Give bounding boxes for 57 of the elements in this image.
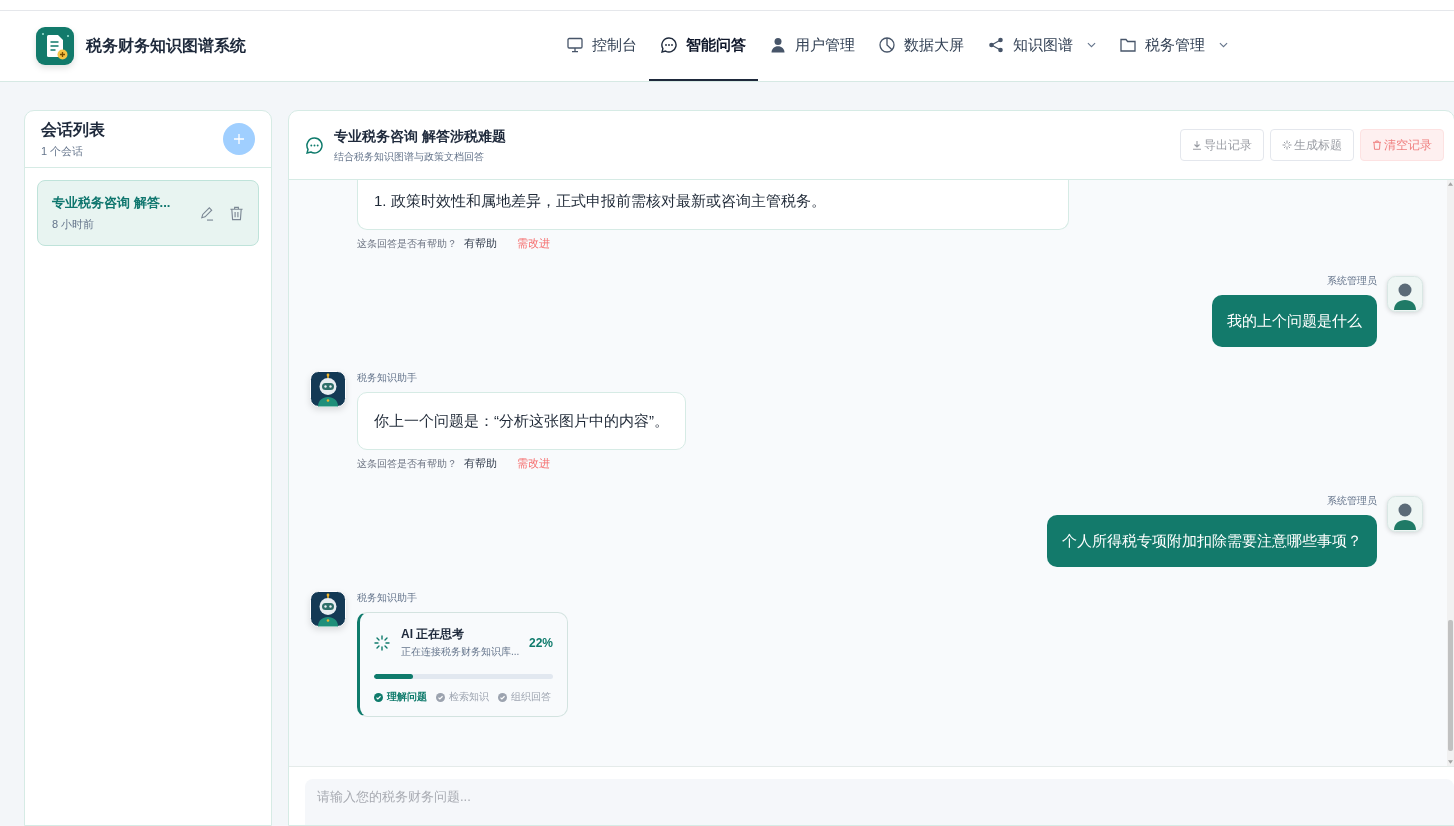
nav-tab[interactable]: 税务管理	[1108, 11, 1240, 81]
step-label: 组织回答	[511, 691, 551, 703]
conversation-title: 专业税务咨询 解答...	[52, 194, 172, 212]
download-icon	[1192, 140, 1202, 150]
progress-percent: 22%	[528, 634, 553, 652]
conversation-count: 1 个会话	[41, 144, 85, 159]
assistant-message: 你上一个问题是：“分析这张图片中的内容”。	[357, 392, 686, 450]
step-label: 理解问题	[387, 691, 427, 703]
user-avatar-icon	[1387, 496, 1423, 532]
scrollbar-thumb[interactable]	[1448, 620, 1453, 751]
user-message: 我的上个问题是什么	[1212, 295, 1377, 347]
sender-name: 系统管理员	[1327, 494, 1377, 508]
chat-subtitle: 结合税务知识图谱与政策文档回答	[334, 150, 485, 164]
chat-title: 专业税务咨询 解答涉税难题	[334, 127, 506, 146]
monitor-icon	[567, 37, 583, 53]
robot-avatar-icon	[310, 591, 346, 627]
assistant-message: 1. 政策时效性和属地差异，正式申报前需核对最新或咨询主管税务。	[357, 180, 1069, 230]
helpful-button[interactable]: 有帮助	[464, 454, 497, 472]
user-avatar-icon	[1387, 276, 1423, 312]
thinking-title: AI 正在思考	[401, 626, 466, 642]
conversation-item[interactable]: 专业税务咨询 解答... 8 小时前	[37, 180, 259, 246]
share-icon	[988, 37, 1004, 53]
scrollbar[interactable]	[1447, 180, 1454, 766]
trash-icon	[1372, 140, 1382, 150]
spinner-icon	[374, 634, 390, 651]
sender-name: 税务知识助手	[357, 591, 417, 605]
chat-icon	[306, 136, 323, 154]
scroll-up-arrow-icon[interactable]	[1448, 182, 1453, 186]
new-chat-button[interactable]	[223, 123, 255, 155]
scroll-down-arrow-icon[interactable]	[1448, 760, 1453, 764]
message-input[interactable]: 请输入您的税务财务问题...	[305, 779, 1454, 825]
sender-name: 系统管理员	[1327, 274, 1377, 288]
thinking-status: 正在连接税务财务知识库...	[401, 645, 520, 659]
sparkle-icon	[1282, 140, 1292, 150]
pie-chart-icon	[879, 37, 895, 53]
app-title: 税务财务知识图谱系统	[86, 36, 246, 56]
plus-icon	[233, 133, 245, 145]
feedback-question: 这条回答是否有帮助？	[357, 456, 457, 471]
nav-tab[interactable]: 数据大屏	[867, 11, 976, 81]
sender-name: 税务知识助手	[357, 371, 417, 385]
nav-tab[interactable]: 控制台	[555, 11, 649, 81]
edit-icon[interactable]	[199, 205, 214, 221]
helpful-button[interactable]: 有帮助	[464, 234, 497, 252]
user-icon	[770, 37, 786, 53]
robot-avatar-icon	[310, 371, 346, 407]
nav-tab[interactable]: 智能问答	[649, 11, 758, 81]
folder-icon	[1120, 37, 1136, 53]
feedback-question: 这条回答是否有帮助？	[357, 236, 457, 251]
step-label: 检索知识	[449, 691, 489, 703]
logo-icon	[36, 27, 74, 65]
nav-tab[interactable]: 知识图谱	[976, 11, 1108, 81]
trash-icon[interactable]	[229, 205, 244, 221]
nav-tab[interactable]: 用户管理	[758, 11, 867, 81]
user-message: 个人所得税专项附加扣除需要注意哪些事项？	[1047, 515, 1377, 567]
chat-icon	[661, 37, 677, 53]
conversation-time: 8 小时前	[52, 217, 96, 232]
sidebar-title: 会话列表	[41, 120, 105, 140]
